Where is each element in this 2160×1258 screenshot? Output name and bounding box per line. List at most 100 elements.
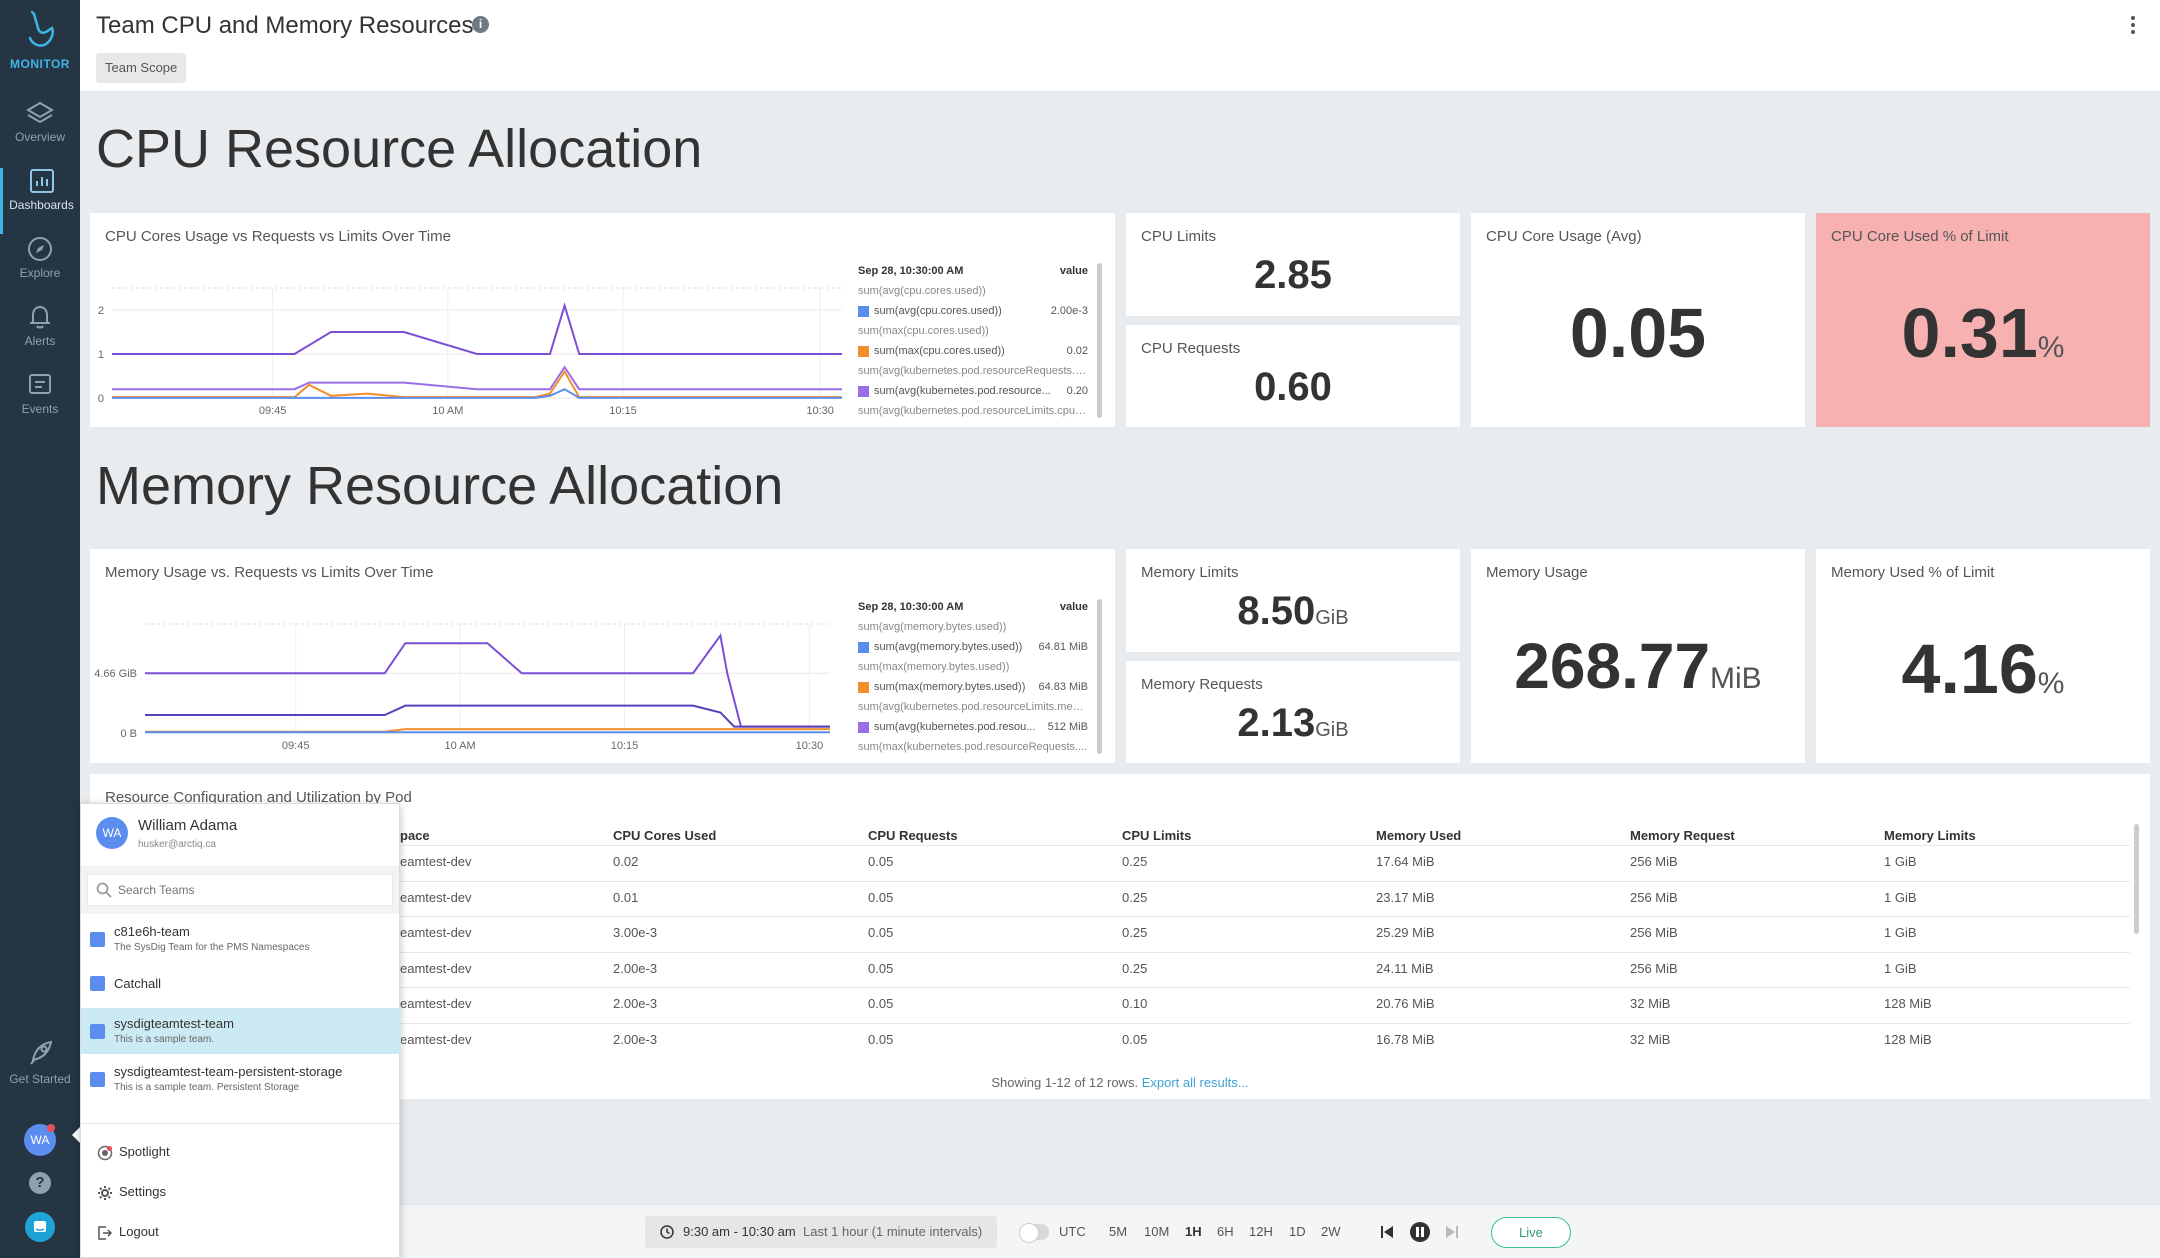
series-line[interactable] xyxy=(145,704,830,728)
legend-item[interactable]: sum(avg(memory.bytes.used)) xyxy=(858,617,1088,637)
cpu-line-chart[interactable]: 2 1 0 09:45 10 AM 10:15 10:30 xyxy=(90,258,850,423)
table-scrollbar[interactable] xyxy=(2134,824,2139,934)
table-cell: 1 GiB xyxy=(1884,889,1917,905)
table-column-header[interactable]: Memory Used xyxy=(1376,828,1461,843)
team-item-sysdigteamtest[interactable]: sysdigteamtest-team This is a sample tea… xyxy=(81,1008,401,1054)
legend-item[interactable]: sum(avg(cpu.cores.used)) 2.00e-3 xyxy=(858,301,1088,321)
legend-item[interactable]: sum(avg(kubernetes.pod.resource... 0.20 xyxy=(858,381,1088,401)
monitor-logo[interactable]: MONITOR xyxy=(0,10,80,71)
sidebar-item-dashboards[interactable]: Dashboards xyxy=(0,168,80,234)
legend-scrollbar[interactable] xyxy=(1097,599,1102,754)
team-item-catchall[interactable]: Catchall xyxy=(81,966,401,1002)
get-started-label: Get Started xyxy=(9,1072,71,1086)
interval-12h[interactable]: 12H xyxy=(1249,1224,1273,1239)
table-cell: 0.25 xyxy=(1122,925,1148,940)
legend-item[interactable]: sum(avg(kubernetes.pod.resourceLimits.me… xyxy=(858,697,1088,717)
legend-time: Sep 28, 10:30:00 AM xyxy=(858,601,964,613)
legend-label: sum(avg(kubernetes.pod.resourceLimits.cp… xyxy=(858,405,1088,417)
chat-icon[interactable] xyxy=(25,1212,55,1242)
table-cell: 3.00e-3 xyxy=(613,925,658,940)
live-button[interactable]: Live xyxy=(1491,1217,1571,1248)
scope-chip[interactable]: Team Scope xyxy=(96,53,187,83)
interval-5m[interactable]: 5M xyxy=(1109,1224,1127,1239)
team-color-swatch xyxy=(90,1072,105,1087)
table-column-header[interactable]: CPU Limits xyxy=(1122,828,1191,843)
interval-2w[interactable]: 2W xyxy=(1321,1224,1341,1239)
legend-item[interactable]: sum(avg(cpu.cores.used)) xyxy=(858,281,1088,301)
interval-1d[interactable]: 1D xyxy=(1289,1224,1306,1239)
logout-link[interactable]: Logout xyxy=(97,1224,159,1241)
legend-label: sum(avg(kubernetes.pod.resource... xyxy=(874,385,1051,397)
team-search-area xyxy=(81,866,399,914)
table-column-header[interactable]: Memory Limits xyxy=(1884,828,1976,843)
x-tick-label: 10:30 xyxy=(796,740,824,752)
help-icon[interactable]: ? xyxy=(29,1172,51,1194)
skip-back-icon[interactable] xyxy=(1380,1225,1394,1239)
legend-item[interactable]: sum(max(kubernetes.pod.resourceRequests.… xyxy=(858,737,1088,757)
interval-1h[interactable]: 1H xyxy=(1185,1224,1202,1239)
table-column-header[interactable]: CPU Requests xyxy=(868,828,958,843)
series-line[interactable] xyxy=(112,365,842,391)
table-cell: 0.05 xyxy=(868,925,894,940)
memory-pct-unit: % xyxy=(2037,667,2065,700)
spotlight-link[interactable]: Spotlight xyxy=(97,1144,170,1161)
time-navigation-bar: 9:30 am - 10:30 am Last 1 hour (1 minute… xyxy=(400,1204,2160,1258)
export-results-link[interactable]: Export all results... xyxy=(1142,1075,1249,1090)
pause-icon[interactable] xyxy=(1410,1222,1430,1242)
memory-limits-panel: Memory Limits 8.50GiB xyxy=(1126,549,1460,652)
info-icon[interactable]: i xyxy=(472,16,489,33)
legend-item[interactable]: sum(avg(kubernetes.pod.resourceLimits.cp… xyxy=(858,401,1088,421)
series-line[interactable] xyxy=(112,369,842,399)
table-cell: 128 MiB xyxy=(1884,1031,1932,1047)
legend-item[interactable]: sum(avg(kubernetes.pod.resou... 512 MiB xyxy=(858,717,1088,737)
legend-swatch xyxy=(858,721,869,733)
table-column-header[interactable]: pace xyxy=(400,828,430,843)
team-search-input[interactable] xyxy=(118,880,383,900)
legend-item[interactable]: sum(max(cpu.cores.used)) xyxy=(858,321,1088,341)
sidebar-item-overview[interactable]: Overview xyxy=(0,100,80,166)
cpu-limits-panel: CPU Limits 2.85 xyxy=(1126,213,1460,316)
legend-label: sum(avg(kubernetes.pod.resourceLimits.me… xyxy=(858,701,1088,713)
team-item-sysdigteamtest-persistent[interactable]: sysdigteamtest-team-persistent-storage T… xyxy=(81,1056,401,1102)
legend-swatch xyxy=(858,305,869,317)
legend-item[interactable]: sum(max(memory.bytes.used)) xyxy=(858,657,1088,677)
memory-chart-panel: Memory Usage vs. Requests vs Limits Over… xyxy=(90,549,1115,763)
legend-value-label: value xyxy=(1059,265,1088,277)
legend-value: 64.81 MiB xyxy=(1038,641,1088,653)
legend-item[interactable]: sum(avg(kubernetes.pod.resourceRequests.… xyxy=(858,361,1088,381)
sidebar-item-alerts[interactable]: Alerts xyxy=(0,304,80,370)
sidebar-item-events[interactable]: Events xyxy=(0,372,80,438)
table-column-header[interactable]: Memory Request xyxy=(1630,828,1735,843)
x-tick-label: 10:15 xyxy=(609,405,637,417)
legend-item[interactable]: sum(avg(memory.bytes.used)) 64.81 MiB xyxy=(858,637,1088,657)
legend-label: sum(avg(memory.bytes.used)) xyxy=(874,641,1023,653)
legend-item[interactable]: sum(max(memory.bytes.used)) 64.83 MiB xyxy=(858,677,1088,697)
sidebar-item-explore[interactable]: Explore xyxy=(0,236,80,302)
interval-6h[interactable]: 6H xyxy=(1217,1224,1234,1239)
table-cell: 0.05 xyxy=(868,1031,894,1047)
legend-label: sum(max(memory.bytes.used)) xyxy=(874,681,1026,693)
utc-toggle[interactable] xyxy=(1019,1223,1049,1243)
cpu-section-heading: CPU Resource Allocation xyxy=(96,119,703,179)
more-options-icon[interactable] xyxy=(2130,16,2136,36)
dashboard-icon xyxy=(29,169,54,193)
settings-link[interactable]: Settings xyxy=(97,1184,166,1201)
interval-10m[interactable]: 10M xyxy=(1144,1224,1169,1239)
table-cell: 23.17 MiB xyxy=(1376,889,1435,905)
table-column-header[interactable]: CPU Cores Used xyxy=(613,828,716,843)
cpu-requests-value: 0.60 xyxy=(1254,365,1332,409)
legend-label: sum(max(memory.bytes.used)) xyxy=(858,661,1010,673)
y-tick-label: 4.66 GiB xyxy=(94,668,137,680)
time-range-selector[interactable]: 9:30 am - 10:30 am Last 1 hour (1 minute… xyxy=(645,1216,997,1248)
sidebar-item-label: Explore xyxy=(19,266,61,280)
team-item-c81e6h[interactable]: c81e6h-team The SysDig Team for the PMS … xyxy=(81,918,401,960)
team-search-box xyxy=(87,874,393,906)
series-line[interactable] xyxy=(145,633,830,728)
memory-line-chart[interactable]: 4.66 GiB 0 B 09:45 10 AM 10:15 10:30 xyxy=(90,594,850,759)
legend-scrollbar[interactable] xyxy=(1097,263,1102,418)
series-line[interactable] xyxy=(112,302,842,355)
table-cell: 16.78 MiB xyxy=(1376,1031,1435,1047)
sidebar-item-get-started[interactable]: Get Started xyxy=(0,1038,80,1104)
legend-item[interactable]: sum(max(cpu.cores.used)) 0.02 xyxy=(858,341,1088,361)
skip-forward-icon[interactable] xyxy=(1445,1225,1459,1239)
